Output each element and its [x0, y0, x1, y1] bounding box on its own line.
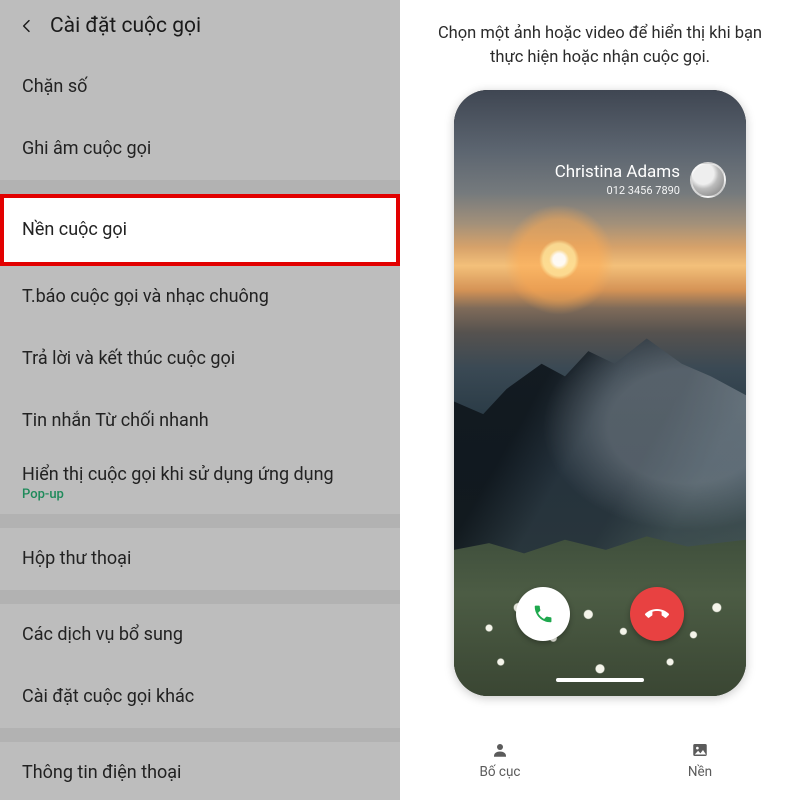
- image-icon: [690, 740, 710, 760]
- call-background-panel: Chọn một ảnh hoặc video để hiển thị khi …: [400, 0, 800, 800]
- settings-item-show-call[interactable]: Hiển thị cuộc gọi khi sử dụng ứng dụng P…: [0, 452, 400, 514]
- panel-description: Chọn một ảnh hoặc video để hiển thị khi …: [400, 0, 800, 84]
- caller-block: Christina Adams 012 3456 7890: [555, 162, 726, 198]
- separator: [0, 590, 400, 604]
- call-settings-panel: Cài đặt cuộc gọi Chặn số Ghi âm cuộc gọi…: [0, 0, 400, 800]
- tab-background-label: Nền: [688, 764, 712, 780]
- reject-call-button[interactable]: [630, 587, 684, 641]
- settings-item-show-call-sub: Pop-up: [22, 487, 378, 502]
- settings-item-alerts[interactable]: T.báo cuộc gọi và nhạc chuông: [0, 266, 400, 328]
- separator: [0, 180, 400, 194]
- settings-item-other[interactable]: Cài đặt cuộc gọi khác: [0, 666, 400, 728]
- call-overlay: Christina Adams 012 3456 7890: [454, 90, 746, 696]
- settings-item-voicemail[interactable]: Hộp thư thoại: [0, 528, 400, 590]
- settings-item-quick-decline[interactable]: Tin nhắn Từ chối nhanh: [0, 390, 400, 452]
- separator: [0, 514, 400, 528]
- gesture-handle: [556, 678, 644, 682]
- settings-item-supplementary[interactable]: Các dịch vụ bổ sung: [0, 604, 400, 666]
- separator: [0, 728, 400, 742]
- avatar: [690, 162, 726, 198]
- bottom-tabs: Bố cục Nền: [400, 734, 800, 800]
- tab-layout-label: Bố cục: [479, 764, 520, 780]
- settings-list: Chặn số Ghi âm cuộc gọi Nền cuộc gọi T.b…: [0, 56, 400, 800]
- accept-call-button[interactable]: [516, 587, 570, 641]
- settings-item-record[interactable]: Ghi âm cuộc gọi: [0, 118, 400, 180]
- settings-item-info[interactable]: Thông tin điện thoại: [0, 742, 400, 800]
- phone-preview[interactable]: Christina Adams 012 3456 7890: [454, 90, 746, 696]
- caller-name: Christina Adams: [555, 162, 680, 182]
- tab-background[interactable]: Nền: [600, 740, 800, 780]
- phone-reject-icon: [645, 602, 669, 626]
- header: Cài đặt cuộc gọi: [0, 0, 400, 56]
- person-icon: [490, 740, 510, 760]
- tab-layout[interactable]: Bố cục: [400, 740, 600, 780]
- page-title: Cài đặt cuộc gọi: [50, 14, 201, 38]
- preview-area: Christina Adams 012 3456 7890: [400, 84, 800, 734]
- settings-item-block-numbers[interactable]: Chặn số: [0, 56, 400, 118]
- back-icon[interactable]: [18, 17, 36, 35]
- settings-item-background[interactable]: Nền cuộc gọi: [0, 194, 400, 266]
- phone-accept-icon: [532, 603, 554, 625]
- settings-item-answer[interactable]: Trả lời và kết thúc cuộc gọi: [0, 328, 400, 390]
- caller-number: 012 3456 7890: [555, 184, 680, 197]
